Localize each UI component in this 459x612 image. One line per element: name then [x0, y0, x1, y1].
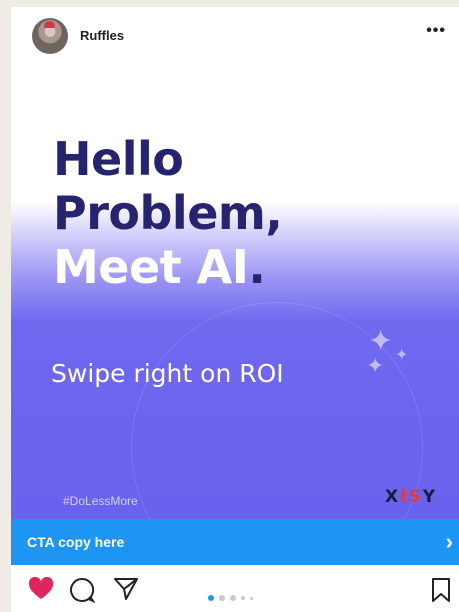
- heart-icon[interactable]: [28, 576, 54, 606]
- post-image[interactable]: Hello Problem, Meet AI. ✦ ✦ ✦ Swipe righ…: [11, 62, 459, 519]
- action-bar: [11, 565, 459, 612]
- headline-line-3: Meet AI.: [53, 240, 282, 294]
- send-icon[interactable]: [113, 577, 139, 606]
- headline-line-2: Problem,: [53, 186, 283, 240]
- hashtag: #DoLessMore: [63, 494, 138, 508]
- carousel-dot: [219, 595, 225, 601]
- more-icon[interactable]: •••: [426, 22, 446, 40]
- brand-logo-left: X: [385, 487, 401, 507]
- cta-label: CTA copy here: [27, 534, 125, 550]
- carousel-dot: [230, 595, 236, 601]
- headline-line-1: Hello: [53, 132, 184, 186]
- avatar[interactable]: [32, 18, 68, 54]
- carousel-dot: [250, 596, 253, 600]
- cta-button[interactable]: CTA copy here ›: [11, 519, 459, 565]
- chevron-right-icon: ›: [445, 529, 453, 554]
- instagram-post-card: Ruffles ••• Hello Problem, Meet AI. ✦ ✦ …: [11, 7, 459, 612]
- headline: Hello Problem, Meet AI.: [53, 132, 283, 294]
- carousel-dot: [241, 596, 245, 600]
- brand-logo: XISY: [385, 487, 437, 507]
- comment-icon[interactable]: [69, 577, 96, 608]
- brand-logo-right: Y: [422, 487, 437, 507]
- sparkle-icon: ✦: [366, 353, 385, 378]
- headline-line-3-text: Meet AI: [53, 240, 249, 294]
- carousel-dot: [208, 595, 214, 601]
- carousel-indicator: [208, 594, 253, 602]
- brand-logo-mid: IS: [400, 487, 423, 507]
- tagline: Swipe right on ROI: [51, 359, 284, 388]
- post-header: Ruffles •••: [11, 7, 459, 62]
- headline-dot: .: [248, 240, 266, 294]
- bookmark-icon[interactable]: [431, 577, 451, 608]
- username[interactable]: Ruffles: [80, 28, 124, 43]
- sparkle-icon: ✦: [395, 347, 409, 364]
